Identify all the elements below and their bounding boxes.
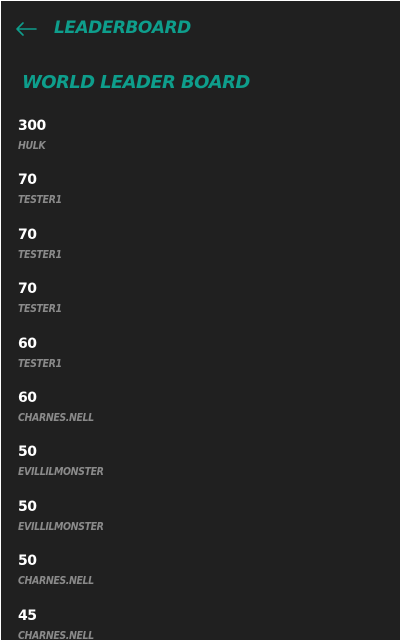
list-item[interactable]: 60 TESTER1: [1, 333, 400, 387]
arrow-left-icon: [16, 22, 37, 36]
entry-score: 60: [18, 335, 37, 352]
list-item[interactable]: 70 TESTER1: [1, 278, 400, 332]
entry-score: 50: [18, 498, 37, 515]
entry-player-name: EVILLILMONSTER: [18, 520, 104, 533]
list-item[interactable]: 60 CHARNES.NELL: [1, 387, 400, 441]
list-item[interactable]: 50 EVILLILMONSTER: [1, 496, 400, 550]
entry-score: 70: [18, 172, 37, 189]
leaderboard-screen: LEADERBOARD WORLD LEADER BOARD 300 HULK …: [1, 1, 400, 640]
entry-player-name: TESTER1: [18, 248, 62, 261]
entry-player-name: EVILLILMONSTER: [18, 466, 104, 479]
list-item[interactable]: 50 EVILLILMONSTER: [1, 441, 400, 495]
entry-player-name: CHARNES.NELL: [18, 575, 94, 588]
entry-score: 70: [18, 281, 37, 298]
list-item[interactable]: 300 HULK: [1, 115, 400, 169]
entry-player-name: CHARNES.NELL: [18, 411, 94, 424]
entry-player-name: TESTER1: [18, 357, 62, 370]
list-item[interactable]: 70 TESTER1: [1, 224, 400, 278]
leaderboard-list: 300 HULK 70 TESTER1 70 TESTER1 70 TESTER…: [1, 115, 400, 640]
entry-player-name: TESTER1: [18, 194, 62, 207]
list-item[interactable]: 50 CHARNES.NELL: [1, 550, 400, 604]
entry-player-name: CHARNES.NELL: [18, 629, 94, 640]
entry-score: 70: [18, 226, 37, 243]
entry-score: 300: [18, 118, 46, 134]
entry-player-name: HULK: [18, 140, 46, 152]
leaderboard-heading: WORLD LEADER BOARD: [22, 72, 250, 93]
entry-score: 50: [18, 553, 37, 570]
entry-score: 45: [18, 607, 37, 624]
page-title: LEADERBOARD: [54, 18, 191, 38]
back-button[interactable]: [10, 13, 42, 45]
list-item[interactable]: 70 TESTER1: [1, 169, 400, 223]
list-item[interactable]: 45 CHARNES.NELL: [1, 605, 400, 640]
entry-score: 60: [18, 389, 37, 406]
entry-player-name: TESTER1: [18, 303, 62, 316]
entry-score: 50: [18, 444, 37, 461]
app-bar: LEADERBOARD: [1, 1, 400, 57]
